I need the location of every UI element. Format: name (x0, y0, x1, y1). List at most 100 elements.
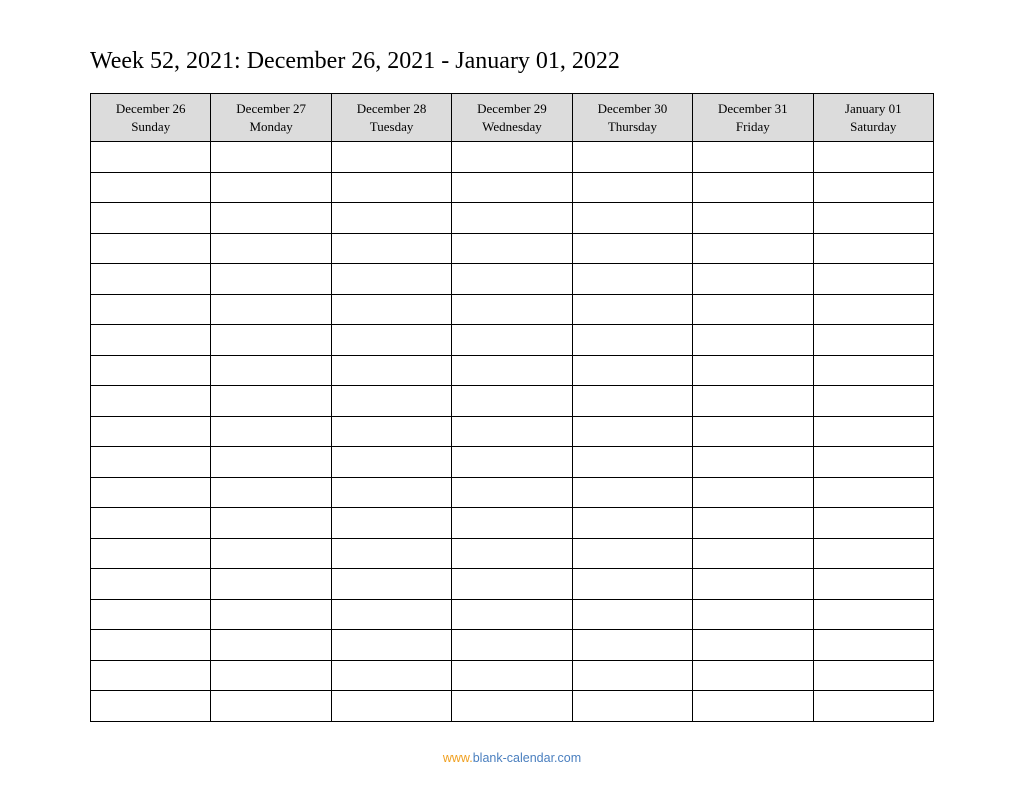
calendar-cell (331, 599, 451, 630)
calendar-cell (693, 203, 813, 234)
calendar-cell (331, 569, 451, 600)
day-header-weekday: Wednesday (456, 118, 567, 136)
calendar-cell (91, 508, 211, 539)
calendar-cell (91, 569, 211, 600)
calendar-cell (693, 416, 813, 447)
calendar-cell (91, 233, 211, 264)
day-header-date: December 28 (336, 100, 447, 118)
calendar-cell (331, 233, 451, 264)
day-header: December 27 Monday (211, 94, 331, 142)
calendar-cell (813, 386, 933, 417)
calendar-cell (91, 599, 211, 630)
calendar-cell (331, 355, 451, 386)
calendar-cell (813, 355, 933, 386)
day-header: December 29 Wednesday (452, 94, 572, 142)
calendar-cell (91, 294, 211, 325)
calendar-cell (693, 172, 813, 203)
calendar-cell (813, 599, 933, 630)
day-header: December 28 Tuesday (331, 94, 451, 142)
calendar-cell (452, 660, 572, 691)
calendar-cell (452, 477, 572, 508)
calendar-cell (331, 630, 451, 661)
calendar-cell (693, 569, 813, 600)
calendar-cell (693, 264, 813, 295)
calendar-cell (211, 691, 331, 722)
calendar-cell (331, 203, 451, 234)
calendar-cell (572, 233, 692, 264)
calendar-header-row: December 26 Sunday December 27 Monday De… (91, 94, 934, 142)
calendar-cell (211, 599, 331, 630)
calendar-cell (331, 294, 451, 325)
calendar-cell (331, 142, 451, 173)
calendar-cell (91, 325, 211, 356)
calendar-cell (813, 233, 933, 264)
calendar-cell (693, 355, 813, 386)
day-header-weekday: Friday (697, 118, 808, 136)
calendar-cell (211, 264, 331, 295)
calendar-cell (813, 294, 933, 325)
calendar-cell (452, 538, 572, 569)
day-header-date: December 30 (577, 100, 688, 118)
day-header-date: December 29 (456, 100, 567, 118)
calendar-cell (693, 142, 813, 173)
calendar-cell (452, 355, 572, 386)
calendar-cell (572, 264, 692, 295)
calendar-cell (572, 538, 692, 569)
footer-prefix: www. (443, 751, 473, 765)
calendar-cell (813, 538, 933, 569)
day-header-weekday: Thursday (577, 118, 688, 136)
footer-credit: www.blank-calendar.com (0, 751, 1024, 765)
calendar-cell (331, 508, 451, 539)
calendar-cell (572, 294, 692, 325)
day-header-date: December 26 (95, 100, 206, 118)
calendar-cell (91, 416, 211, 447)
calendar-cell (91, 447, 211, 478)
calendar-cell (452, 569, 572, 600)
calendar-row (91, 599, 934, 630)
calendar-cell (572, 691, 692, 722)
day-header-weekday: Sunday (95, 118, 206, 136)
calendar-cell (452, 203, 572, 234)
calendar-cell (693, 294, 813, 325)
day-header-date: December 27 (215, 100, 326, 118)
calendar-cell (211, 203, 331, 234)
calendar-cell (331, 660, 451, 691)
calendar-cell (572, 416, 692, 447)
calendar-cell (572, 477, 692, 508)
calendar-cell (91, 477, 211, 508)
page-title: Week 52, 2021: December 26, 2021 - Janua… (90, 48, 934, 75)
calendar-cell (91, 630, 211, 661)
calendar-cell (331, 416, 451, 447)
calendar-row (91, 325, 934, 356)
calendar-row (91, 416, 934, 447)
calendar-cell (693, 538, 813, 569)
calendar-row (91, 233, 934, 264)
calendar-cell (331, 386, 451, 417)
calendar-cell (693, 630, 813, 661)
calendar-cell (572, 660, 692, 691)
calendar-cell (452, 416, 572, 447)
calendar-cell (813, 325, 933, 356)
calendar-cell (211, 355, 331, 386)
calendar-cell (693, 477, 813, 508)
calendar-cell (331, 447, 451, 478)
calendar-cell (452, 630, 572, 661)
calendar-cell (211, 325, 331, 356)
calendar-cell (331, 172, 451, 203)
calendar-cell (331, 477, 451, 508)
calendar-row (91, 660, 934, 691)
calendar-cell (813, 203, 933, 234)
calendar-cell (211, 172, 331, 203)
calendar-cell (211, 416, 331, 447)
calendar-row (91, 630, 934, 661)
calendar-cell (452, 294, 572, 325)
calendar-cell (813, 477, 933, 508)
calendar-cell (211, 142, 331, 173)
calendar-row (91, 264, 934, 295)
calendar-row (91, 538, 934, 569)
day-header-date: January 01 (818, 100, 929, 118)
day-header: January 01 Saturday (813, 94, 933, 142)
calendar-cell (452, 233, 572, 264)
calendar-cell (813, 416, 933, 447)
calendar-cell (452, 325, 572, 356)
